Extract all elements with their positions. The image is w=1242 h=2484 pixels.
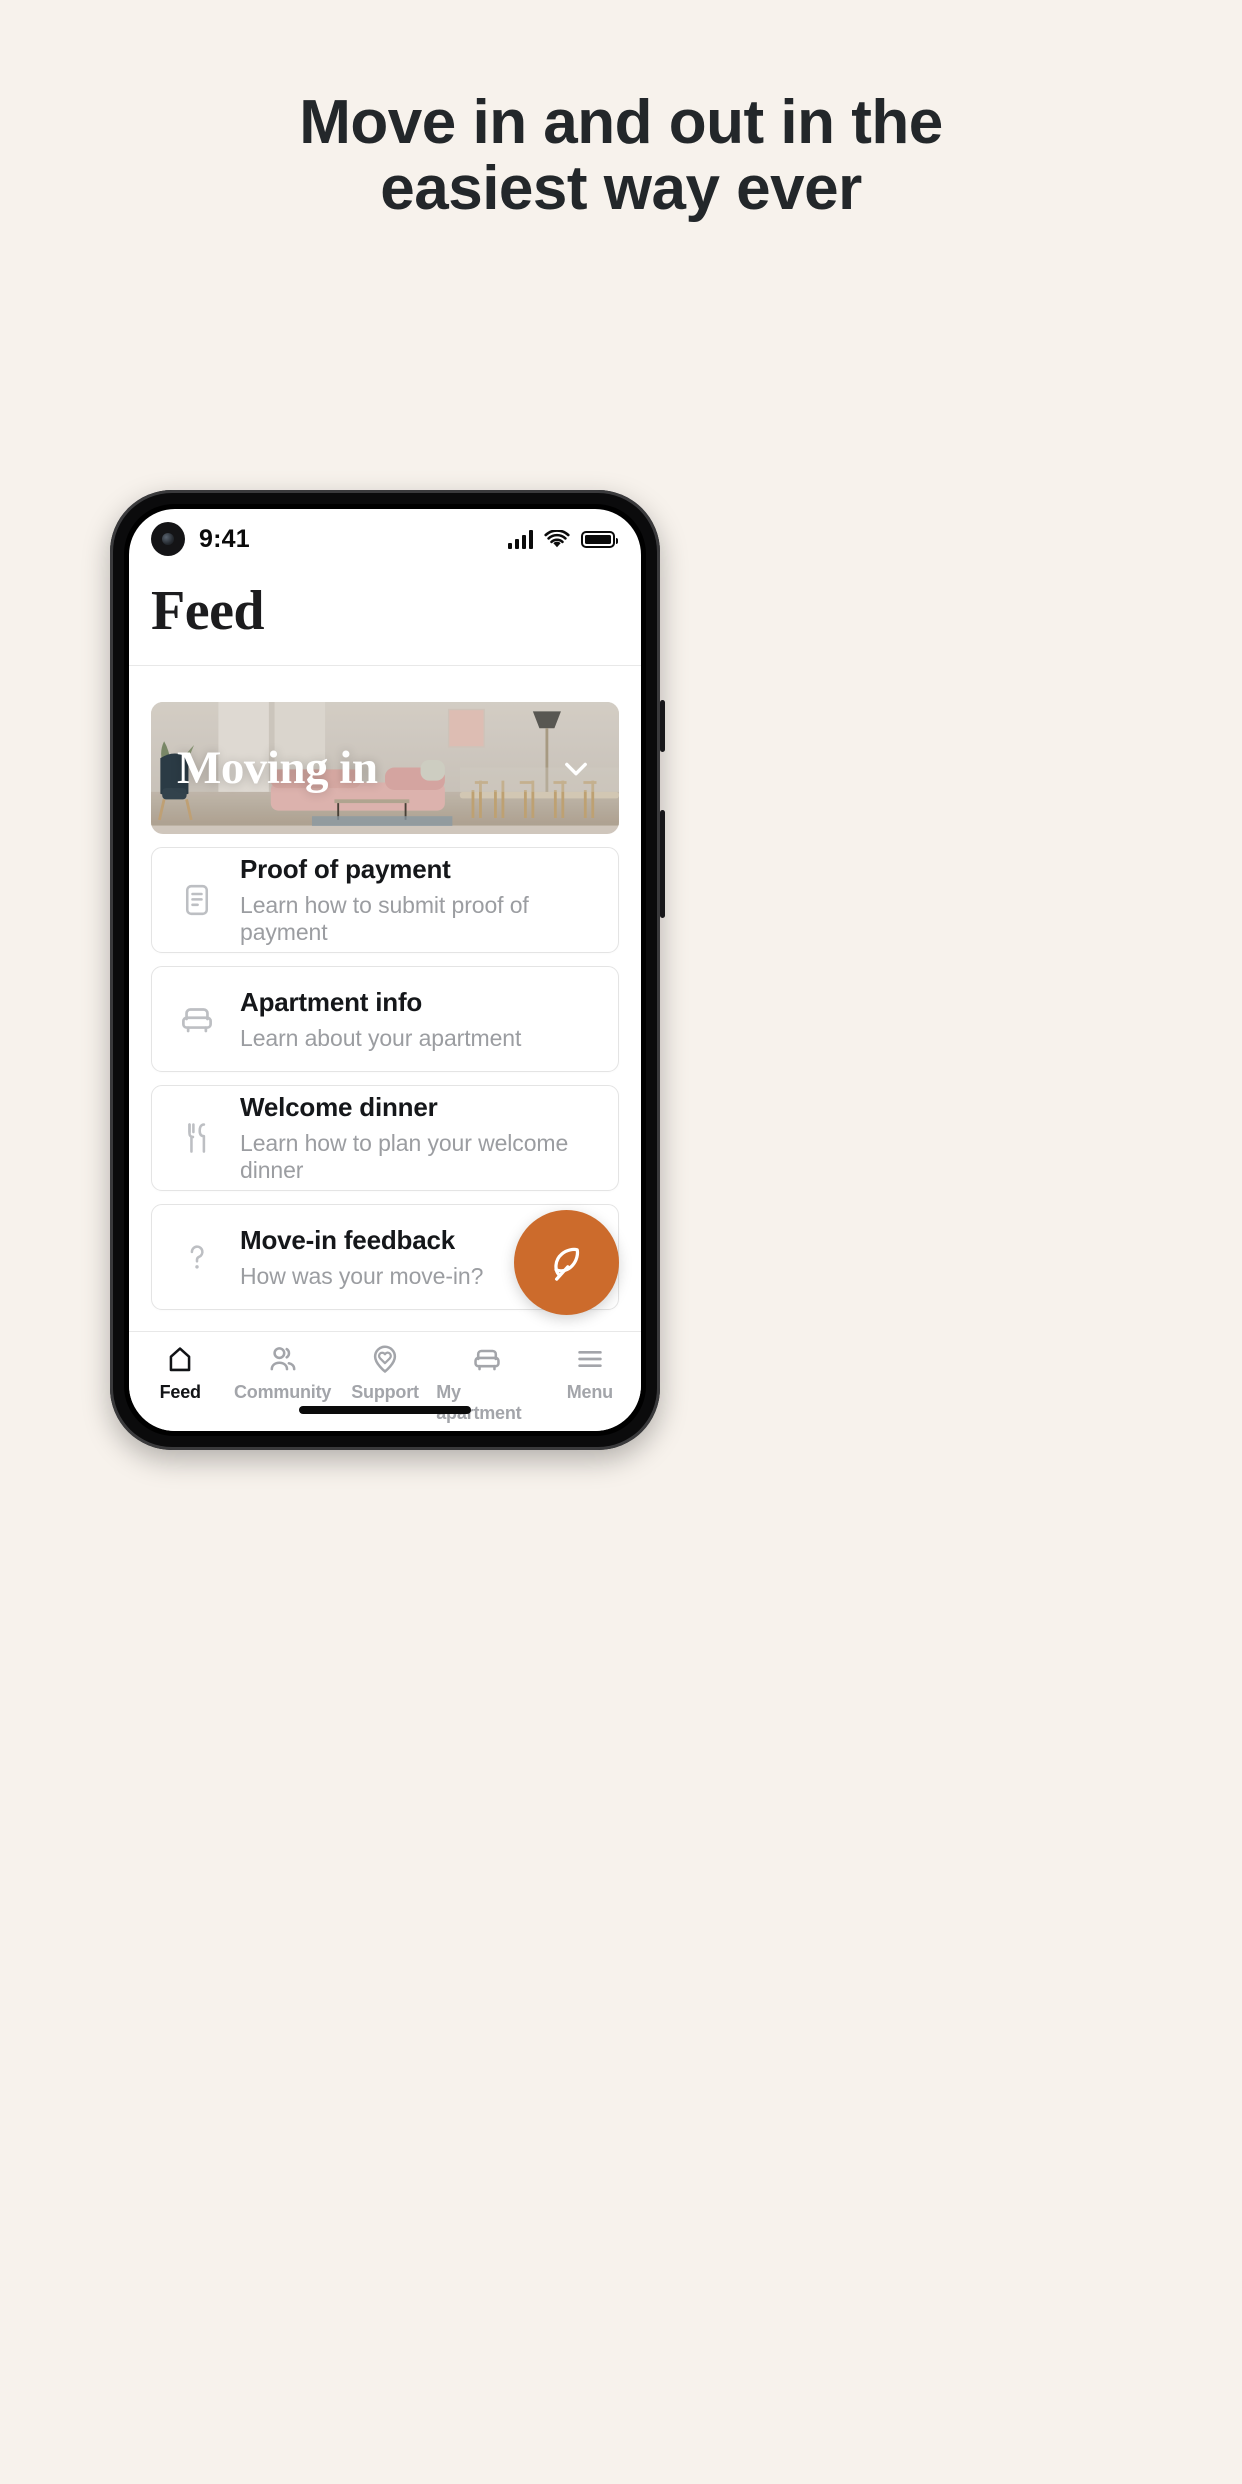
card-text: Proof of payment Learn how to submit pro… [240, 854, 594, 946]
app-header: Feed [129, 569, 641, 666]
nav-item-support[interactable]: Support [334, 1343, 436, 1403]
nav-label: Community [234, 1382, 332, 1402]
armchair-icon [474, 1349, 501, 1371]
status-bar-left: 9:41 [151, 522, 250, 556]
feather-quill-icon [553, 1247, 579, 1281]
status-bar: 9:41 [129, 509, 641, 569]
hamburger-icon [578, 1351, 602, 1367]
card-proof-of-payment[interactable]: Proof of payment Learn how to submit pro… [151, 847, 619, 953]
nav-item-community[interactable]: Community [231, 1343, 333, 1403]
question-mark-icon [176, 1239, 218, 1275]
nav-label: My apartment [436, 1382, 522, 1423]
phone-screen: 9:41 Feed Moving in Proof of payment Lea… [129, 509, 641, 1431]
card-welcome-dinner[interactable]: Welcome dinner Learn how to plan your we… [151, 1085, 619, 1191]
bottom-navigation: Feed Community Support My apartment Menu [129, 1331, 641, 1431]
status-bar-right [508, 529, 618, 549]
card-text: Move-in feedback How was your move-in? [240, 1225, 483, 1290]
nav-label: Support [351, 1382, 419, 1402]
card-title: Welcome dinner [240, 1092, 438, 1122]
card-apartment-info[interactable]: Apartment info Learn about your apartmen… [151, 966, 619, 1072]
moving-in-banner[interactable]: Moving in [151, 702, 619, 834]
cellular-signal-icon [508, 529, 533, 549]
card-title: Move-in feedback [240, 1224, 455, 1255]
nav-item-menu[interactable]: Menu [539, 1343, 641, 1403]
document-icon [176, 882, 218, 918]
card-text: Welcome dinner Learn how to plan your we… [240, 1092, 594, 1184]
nav-item-feed[interactable]: Feed [129, 1343, 231, 1403]
home-indicator[interactable] [299, 1406, 471, 1414]
heart-pin-icon [373, 1345, 397, 1373]
headline-line-2: easiest way ever [380, 154, 862, 224]
nav-label: Feed [159, 1382, 201, 1402]
card-subtitle: Learn about your apartment [240, 1024, 522, 1051]
page-headline: Move in and out in the easiest way ever [0, 88, 1242, 224]
card-subtitle: Learn how to submit proof of payment [240, 892, 529, 945]
phone-mockup: 9:41 Feed Moving in Proof of payment Lea… [110, 490, 665, 1450]
card-subtitle: Learn how to plan your welcome dinner [240, 1130, 569, 1183]
phone-bezel: 9:41 Feed Moving in Proof of payment Lea… [124, 504, 646, 1436]
cutlery-icon [176, 1120, 218, 1156]
headline-line-1: Move in and out in the [299, 88, 943, 157]
power-button[interactable] [660, 810, 665, 918]
card-text: Apartment info Learn about your apartmen… [240, 987, 521, 1052]
card-title: Proof of payment [240, 854, 451, 884]
nav-label: Menu [566, 1382, 613, 1402]
wifi-icon [544, 529, 570, 547]
page-title: Feed [151, 580, 265, 642]
compose-post-button[interactable] [514, 1210, 619, 1315]
people-icon [270, 1347, 296, 1371]
card-subtitle: How was your move-in? [240, 1262, 484, 1289]
home-icon [169, 1347, 191, 1372]
chevron-down-icon[interactable] [559, 751, 593, 785]
status-bar-time: 9:41 [199, 524, 250, 553]
banner-title: Moving in [177, 742, 378, 794]
card-title: Apartment info [240, 986, 423, 1017]
battery-full-icon [581, 530, 618, 548]
volume-button[interactable] [660, 700, 665, 752]
armchair-icon [176, 1000, 218, 1038]
front-camera-punch-hole-icon [151, 522, 185, 556]
